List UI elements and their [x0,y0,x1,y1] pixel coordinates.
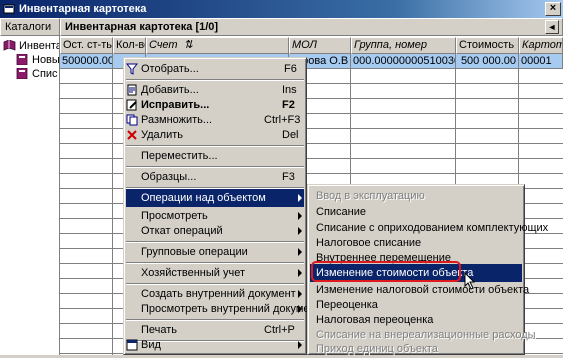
menu-item-delete[interactable]: Удалить Del [126,126,304,144]
column-header-group[interactable]: Группа, номер [351,37,456,54]
menu-item-move[interactable]: Переместить... [126,147,304,165]
submenu-item-unit-receipt[interactable]: Приход единиц объекта [310,340,522,358]
menu-item-group-operations[interactable]: Групповые операции [126,243,304,261]
menu-item-rollback[interactable]: Откат операций [126,222,304,240]
inventory-title: Инвентарная картотека [1/0] [65,21,219,33]
menu-item-shortcut: F6 [284,63,297,75]
tree-item-new[interactable]: Новы [16,53,59,67]
menu-item-label: Групповые операции [141,246,248,258]
context-menu: Отобрать... F6 Добавить... Ins Исправить… [123,57,321,355]
mouse-cursor-icon [464,272,476,290]
tree-item-label: Новы [32,54,59,66]
menu-item-shortcut: Del [282,129,299,141]
catalog-panel: Каталоги Инвентар Новы [0,18,60,355]
book-icon [16,68,28,79]
column-header-qty[interactable]: Кол-во [113,37,146,54]
menu-item-view[interactable]: Вид [126,336,304,354]
menu-item-label: Образцы... [141,171,197,183]
column-header-card[interactable]: Картотека [519,37,563,54]
window-title: Инвентарная картотека [19,3,147,15]
menu-item-filter[interactable]: Отобрать... F6 [126,60,304,78]
submenu-arrow-icon [298,290,302,298]
book-icon [16,54,28,65]
submenu-arrow-icon [298,305,302,313]
column-header-mol[interactable]: МОЛ [289,37,351,54]
submenu-arrow-icon [298,227,302,235]
cell-group: 000.000000005100301 [351,54,456,69]
tree-item-label: Инвентар [19,40,59,52]
title-bar[interactable]: Инвентарная картотека × [0,0,563,18]
cell-cost: 500 000.00 [456,54,519,69]
menu-item-label: Хозяйственный учет [141,267,246,279]
menu-item-view-internal-doc[interactable]: Просмотреть внутренний документ [126,300,321,318]
menu-item-accounting[interactable]: Хозяйственный учет [126,264,304,282]
close-icon: × [549,2,557,14]
menu-item-shortcut: F3 [282,171,295,183]
column-header-account-label: Счет [149,39,178,51]
catalog-header: Каталоги [0,18,60,36]
tree-item-writeoff[interactable]: Спис [16,67,59,81]
cell-card: 00001 [519,54,563,69]
column-header-residual[interactable]: Ост. ст-ть [60,37,113,54]
menu-item-label: Просмотреть внутренний документ [141,303,321,315]
submenu-arrow-icon [298,194,302,202]
menu-item-templates[interactable]: Образцы... F3 [126,168,304,186]
submenu-arrow-icon [298,269,302,277]
menu-item-label: Отобрать... [141,63,199,75]
filter-icon [126,63,138,75]
annotation-highlight [311,261,461,282]
collapse-button[interactable]: ◄ [545,20,559,34]
add-doc-icon [127,84,137,96]
menu-item-label: Операции над объектом [141,192,266,204]
edit-icon [126,99,137,111]
submenu-arrow-icon [298,341,302,349]
submenu-arrow-icon [298,248,302,256]
view-icon [126,339,138,351]
menu-item-label: Откат операций [141,225,223,237]
menu-item-label: Приход единиц объекта [316,343,438,355]
tree-item-label: Спис [32,68,58,80]
tree-item-root[interactable]: Инвентар [3,39,59,53]
app-icon [3,4,15,14]
delete-icon [127,130,137,140]
submenu-arrow-icon [298,212,302,220]
menu-item-object-operations[interactable]: Операции над объектом [126,189,304,207]
menu-item-label: Вид [141,339,161,351]
menu-item-label: Удалить [141,129,183,141]
column-header-account[interactable]: Счет ⇅ [146,37,289,54]
app-window: Инвентарная картотека × Каталоги Инвента… [0,0,563,355]
sort-icon: ⇅ [183,39,193,51]
menu-item-label: Переместить... [141,150,218,162]
copy-icon [126,114,138,126]
cell-residual: 500000.00 [60,54,113,69]
column-header-cost[interactable]: Стоимость [456,37,519,54]
inventory-header: Инвентарная картотека [1/0] ◄ [60,18,563,36]
close-button[interactable]: × [545,2,561,16]
books-icon [3,40,16,51]
arrow-left-icon: ◄ [547,22,557,32]
